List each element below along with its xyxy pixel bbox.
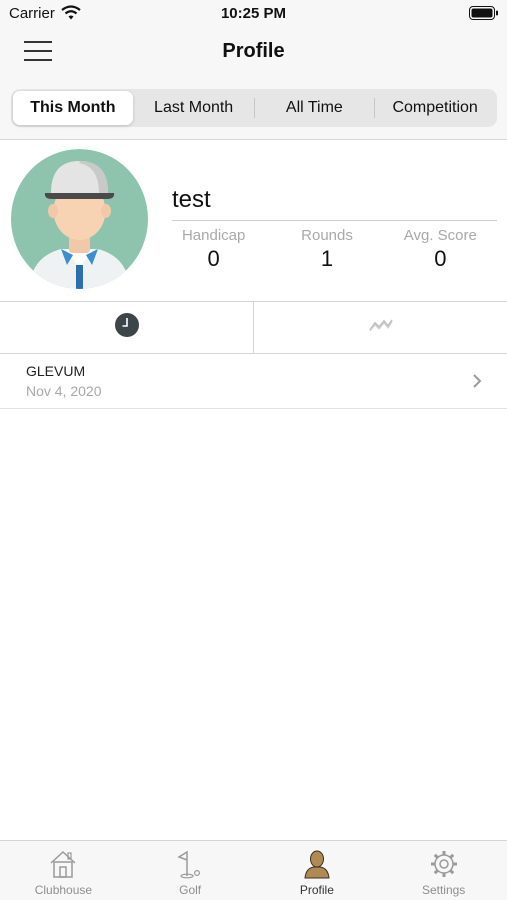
stat-value: 1 bbox=[320, 246, 334, 271]
stat-label: Avg. Score bbox=[403, 227, 477, 244]
tab-profile[interactable]: Profile bbox=[254, 841, 381, 900]
golf-flag-icon bbox=[127, 847, 254, 881]
segment-this-month[interactable]: This Month bbox=[13, 91, 133, 125]
tab-label: Clubhouse bbox=[34, 883, 93, 897]
tab-settings[interactable]: Settings bbox=[380, 841, 507, 900]
tab-label: Settings bbox=[421, 883, 466, 897]
battery-icon bbox=[469, 6, 499, 25]
round-date: Nov 4, 2020 bbox=[26, 383, 102, 399]
list-item[interactable]: GLEVUM Nov 4, 2020 bbox=[0, 354, 507, 409]
clubhouse-icon bbox=[0, 847, 127, 881]
tab-label: Profile bbox=[299, 883, 334, 897]
stat-label: Rounds bbox=[301, 227, 353, 244]
tab-trends[interactable] bbox=[253, 302, 507, 353]
stat-rounds: Rounds 1 bbox=[270, 227, 383, 272]
stat-avg-score: Avg. Score 0 bbox=[384, 227, 497, 272]
tab-history[interactable] bbox=[0, 302, 253, 353]
bottom-tab-bar: Clubhouse Golf Profile Settings bbox=[0, 840, 507, 900]
page-title: Profile bbox=[222, 40, 285, 62]
avatar[interactable] bbox=[11, 149, 148, 289]
trend-line-icon bbox=[368, 317, 394, 338]
stat-value: 0 bbox=[434, 246, 447, 271]
navigation-bar: Profile bbox=[0, 28, 507, 78]
chevron-right-icon bbox=[472, 373, 482, 394]
segmented-control: This Month Last Month All Time Competiti… bbox=[11, 89, 497, 127]
round-course: GLEVUM bbox=[26, 363, 86, 379]
username-divider bbox=[172, 220, 497, 221]
segment-all-time[interactable]: All Time bbox=[255, 91, 375, 125]
period-filter: This Month Last Month All Time Competiti… bbox=[0, 78, 507, 140]
status-time: 10:25 PM bbox=[220, 5, 287, 22]
settings-gear-icon bbox=[380, 847, 507, 881]
segment-competition[interactable]: Competition bbox=[375, 91, 495, 125]
stats-row: Handicap 0 Rounds 1 Avg. Score 0 bbox=[157, 227, 497, 272]
status-bar: Carrier 10:25 PM bbox=[0, 0, 507, 28]
profile-icon bbox=[254, 847, 381, 881]
segment-last-month[interactable]: Last Month bbox=[134, 91, 254, 125]
profile-header: test Handicap 0 Rounds 1 Avg. Score 0 bbox=[0, 140, 507, 302]
stat-handicap: Handicap 0 bbox=[157, 227, 270, 272]
stat-label: Handicap bbox=[181, 227, 246, 244]
stat-value: 0 bbox=[207, 246, 220, 271]
tab-clubhouse[interactable]: Clubhouse bbox=[0, 841, 127, 900]
view-tabs bbox=[0, 302, 507, 354]
clock-icon bbox=[114, 312, 140, 343]
username: test bbox=[172, 186, 211, 213]
tab-label: Golf bbox=[179, 883, 202, 897]
tab-golf[interactable]: Golf bbox=[127, 841, 254, 900]
